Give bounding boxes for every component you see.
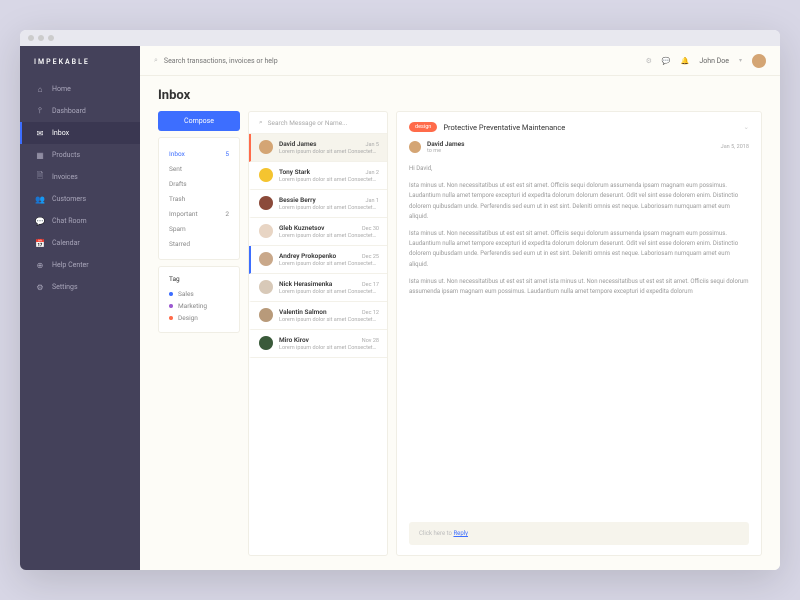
folder-list: Inbox5SentDraftsTrashImportant2SpamStarr… xyxy=(158,137,240,260)
folder-sent[interactable]: Sent xyxy=(159,161,239,176)
folder-inbox[interactable]: Inbox5 xyxy=(159,146,239,161)
nav-icon: ⌂ xyxy=(36,85,44,93)
reply-box[interactable]: Click here to Reply xyxy=(409,522,749,545)
nav-icon: ⊕ xyxy=(36,261,44,269)
tag-sales[interactable]: Sales xyxy=(169,288,229,300)
tag-marketing[interactable]: Marketing xyxy=(169,300,229,312)
nav-item-home[interactable]: ⌂Home xyxy=(20,78,140,100)
folder-important[interactable]: Important2 xyxy=(159,206,239,221)
settings-icon[interactable]: ⚙ xyxy=(646,57,652,65)
window-chrome xyxy=(20,30,780,46)
nav-item-customers[interactable]: 👥Customers xyxy=(20,188,140,210)
compose-button[interactable]: Compose xyxy=(158,111,240,131)
nav-item-chat-room[interactable]: 💬Chat Room xyxy=(20,210,140,232)
nav-item-calendar[interactable]: 📅Calendar xyxy=(20,232,140,254)
email-subject: Protective Preventative Maintenance xyxy=(443,123,565,132)
chat-icon[interactable]: 💬 xyxy=(662,57,671,65)
global-search-input[interactable] xyxy=(164,57,646,65)
folder-spam[interactable]: Spam xyxy=(159,221,239,236)
sender-avatar xyxy=(259,168,273,182)
user-avatar[interactable] xyxy=(752,54,766,68)
search-icon: ⌕ xyxy=(259,118,263,127)
sender-avatar xyxy=(259,224,273,238)
nav-item-dashboard[interactable]: ⫯Dashboard xyxy=(20,100,140,122)
sender-avatar xyxy=(259,280,273,294)
nav-icon: 💬 xyxy=(36,217,44,225)
nav-item-help-center[interactable]: ⊕Help Center xyxy=(20,254,140,276)
tag-dot-icon xyxy=(169,316,173,320)
sender-avatar xyxy=(259,196,273,210)
brand-logo: IMPEKABLE xyxy=(20,46,140,78)
sender-avatar xyxy=(259,308,273,322)
message-item[interactable]: Andrey ProkopenkoDec 25Lorem ipsum dolor… xyxy=(249,246,387,274)
nav-icon: 📅 xyxy=(36,239,44,247)
nav-item-inbox[interactable]: ✉Inbox xyxy=(20,122,140,144)
category-badge: design xyxy=(409,122,437,132)
tag-dot-icon xyxy=(169,304,173,308)
message-search[interactable]: ⌕ Search Message or Name... xyxy=(249,112,387,134)
chevron-down-icon[interactable]: ▾ xyxy=(739,57,742,64)
sidebar: IMPEKABLE ⌂Home⫯Dashboard✉Inbox▦Products… xyxy=(20,46,140,570)
sender-avatar xyxy=(409,141,421,153)
reply-link[interactable]: Reply xyxy=(453,530,468,537)
nav-icon: 👥 xyxy=(36,195,44,203)
email-date: Jan 5, 2018 xyxy=(721,144,749,150)
sender-avatar xyxy=(259,252,273,266)
email-body: Hi David, Ista minus ut. Non necessitati… xyxy=(409,164,749,304)
message-item[interactable]: Gleb KuznetsovDec 30Lorem ipsum dolor si… xyxy=(249,218,387,246)
page-title: Inbox xyxy=(140,76,780,111)
topbar: ⌕ ⚙ 💬 🔔 John Doe ▾ xyxy=(140,46,780,76)
user-name[interactable]: John Doe xyxy=(699,57,729,65)
message-item[interactable]: Bessie BerryJan 1Lorem ipsum dolor sit a… xyxy=(249,190,387,218)
search-icon: ⌕ xyxy=(154,56,158,65)
nav-item-settings[interactable]: ⚙Settings xyxy=(20,276,140,298)
nav-icon: 🗎 xyxy=(36,173,44,181)
folder-drafts[interactable]: Drafts xyxy=(159,176,239,191)
nav-icon: ⚙ xyxy=(36,283,44,291)
tag-design[interactable]: Design xyxy=(169,312,229,324)
message-item[interactable]: Miro KirovNov 28Lorem ipsum dolor sit am… xyxy=(249,330,387,358)
message-list-panel: ⌕ Search Message or Name... David JamesJ… xyxy=(248,111,388,556)
message-item[interactable]: Nick HerasimenkaDec 17Lorem ipsum dolor … xyxy=(249,274,387,302)
nav-icon: ✉ xyxy=(36,129,44,137)
nav-icon: ⫯ xyxy=(36,107,44,115)
notifications-icon[interactable]: 🔔 xyxy=(681,57,690,65)
tags-heading: Tag xyxy=(169,275,229,283)
message-item[interactable]: Tony StarkJan 2Lorem ipsum dolor sit ame… xyxy=(249,162,387,190)
folder-starred[interactable]: Starred xyxy=(159,236,239,251)
nav-item-invoices[interactable]: 🗎Invoices xyxy=(20,166,140,188)
message-item[interactable]: Valentin SalmonDec 12Lorem ipsum dolor s… xyxy=(249,302,387,330)
sender-name: David James xyxy=(427,140,465,148)
sender-avatar xyxy=(259,140,273,154)
sender-avatar xyxy=(259,336,273,350)
chevron-down-icon[interactable]: ⌄ xyxy=(744,123,749,131)
nav-item-products[interactable]: ▦Products xyxy=(20,144,140,166)
folder-trash[interactable]: Trash xyxy=(159,191,239,206)
message-item[interactable]: David JamesJan 5Lorem ipsum dolor sit am… xyxy=(249,134,387,162)
nav-icon: ▦ xyxy=(36,151,44,159)
recipient-line: to me xyxy=(427,148,465,154)
tag-dot-icon xyxy=(169,292,173,296)
tag-list: Tag SalesMarketingDesign xyxy=(158,266,240,333)
email-reader: design Protective Preventative Maintenan… xyxy=(396,111,762,556)
